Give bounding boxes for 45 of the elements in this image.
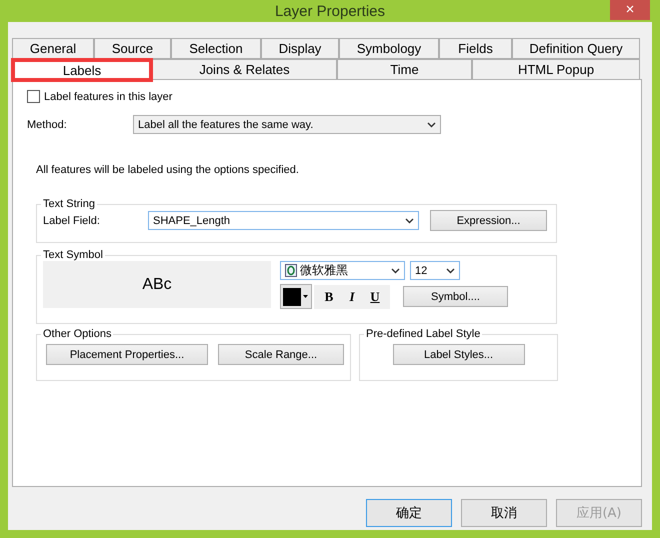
options-button[interactable]: Placement Properties...	[46, 344, 208, 365]
tab[interactable]: Source	[94, 38, 171, 59]
font-icon	[285, 264, 297, 277]
group-title: Other Options	[42, 328, 112, 340]
font-name: 微软雅黑	[300, 262, 348, 279]
tab[interactable]: Definition Query	[512, 38, 640, 59]
tab[interactable]: HTML Popup	[472, 59, 640, 80]
color-picker[interactable]	[280, 284, 312, 309]
italic-button[interactable]: I	[341, 286, 363, 306]
tab[interactable]: General	[12, 38, 94, 59]
method-label: Method:	[27, 118, 68, 130]
info-text: All features will be labeled using the options specified.	[36, 164, 299, 176]
tab[interactable]: Display	[261, 38, 339, 59]
bold-button[interactable]: B	[318, 286, 340, 306]
options-button[interactable]: Scale Range...	[218, 344, 344, 365]
group-title: Text String	[42, 198, 96, 210]
checkbox[interactable]	[27, 90, 40, 103]
checkbox-label: Label features in this layer	[44, 90, 172, 102]
chevron-down-icon	[405, 218, 414, 224]
caret-icon	[303, 295, 308, 298]
method-dropdown[interactable]: Label all the features the same way.	[133, 115, 441, 134]
symbol-button[interactable]: Symbol....	[403, 286, 508, 307]
underline-button[interactable]: U	[364, 286, 386, 306]
group-title: Text Symbol	[42, 249, 104, 261]
chevron-down-icon	[446, 268, 455, 274]
close-button[interactable]: ×	[610, 0, 650, 20]
size-dropdown[interactable]: 12	[410, 261, 460, 280]
group-title: Pre-defined Label Style	[365, 328, 482, 340]
label-field-dropdown[interactable]: SHAPE_Length	[148, 211, 419, 230]
dialog-button[interactable]: 取消	[461, 499, 547, 527]
chevron-down-icon	[391, 268, 400, 274]
label-styles-button[interactable]: Label Styles...	[392, 344, 524, 365]
tab[interactable]: Selection	[171, 38, 261, 59]
font-dropdown[interactable]: 微软雅黑	[280, 261, 405, 280]
dialog-button[interactable]: 确定	[366, 499, 452, 527]
tab[interactable]: Symbology	[339, 38, 439, 59]
text-preview: ABc	[43, 261, 271, 308]
tab[interactable]: Labels	[12, 59, 152, 81]
tab[interactable]: Joins & Relates	[152, 59, 337, 80]
window-title: Layer Properties	[274, 2, 386, 20]
label-field-label: Label Field:	[43, 214, 101, 226]
tab[interactable]: Fields	[439, 38, 512, 59]
expression-button[interactable]: Expression...	[430, 210, 547, 231]
tab[interactable]: Time	[337, 59, 472, 80]
chevron-down-icon	[427, 122, 436, 128]
